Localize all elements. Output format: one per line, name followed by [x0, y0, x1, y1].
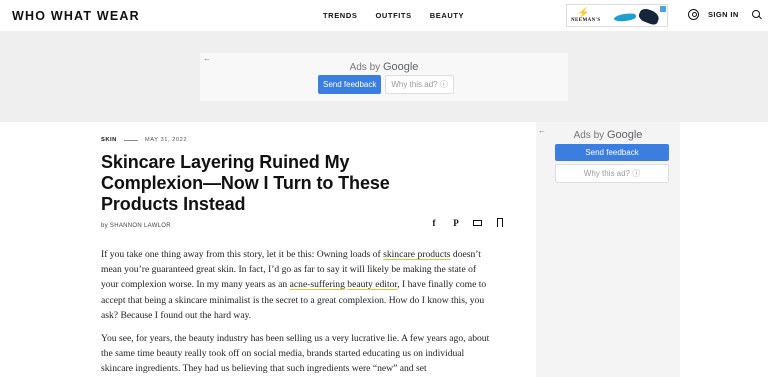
shoe-image — [637, 6, 661, 26]
nav-trends[interactable]: TRENDS — [323, 11, 357, 20]
article: SKIN MAY 31, 2022 Skincare Layering Ruin… — [101, 134, 503, 377]
publish-date: MAY 31, 2022 — [144, 137, 188, 143]
google-text: Google — [606, 129, 643, 141]
ads-by-google-label: Ads by Google — [536, 129, 680, 141]
article-title: Skincare Layering Ruined My Complexion—N… — [101, 152, 390, 214]
search-icon[interactable] — [751, 10, 761, 19]
article-body: If you take one thing away from this sto… — [101, 247, 494, 377]
nav-beauty[interactable]: BEAUTY — [430, 11, 464, 20]
header-actions: SIGN IN — [688, 9, 761, 20]
adchoices-icon[interactable] — [660, 6, 666, 12]
nav-outfits[interactable]: OUTFITS — [375, 11, 411, 20]
pinterest-icon[interactable]: P — [445, 218, 467, 230]
google-text: Google — [382, 61, 419, 73]
paragraph: You see, for years, the beauty industry … — [101, 333, 490, 375]
category-link[interactable]: SKIN — [101, 137, 117, 143]
ad-brand-name: NEEMAN'S — [571, 18, 601, 23]
right-rail-ad: ← Ads by Google Send feedback Why this a… — [536, 122, 680, 377]
sign-in-link[interactable]: SIGN IN — [708, 10, 739, 19]
shoe-image — [613, 12, 637, 23]
ads-by-text: Ads by — [349, 62, 381, 73]
acne-suffering-link[interactable]: acne-suffering — [290, 279, 345, 290]
why-this-ad-button[interactable]: Why this ad? ⓘ — [555, 164, 669, 183]
ads-by-text: Ads by — [573, 130, 605, 141]
site-logo[interactable]: WHO WHAT WEAR — [12, 9, 140, 23]
user-icon[interactable] — [688, 9, 699, 20]
send-feedback-button[interactable]: Send feedback — [318, 75, 382, 94]
bookmark-icon[interactable] — [489, 218, 511, 230]
top-ad-band: ← Ads by Google Send feedback Why this a… — [0, 31, 768, 122]
site-header: WHO WHAT WEAR TRENDS OUTFITS BEAUTY ⚡ NE… — [0, 0, 768, 31]
paragraph: If you take one thing away from this sto… — [101, 249, 487, 321]
email-icon[interactable] — [467, 218, 489, 230]
why-this-ad-button[interactable]: Why this ad? ⓘ — [385, 75, 454, 94]
skincare-products-link[interactable]: skincare products — [383, 249, 450, 260]
top-ad-unit: ← Ads by Google Send feedback Why this a… — [200, 53, 568, 101]
author-byline[interactable]: by SHANNON LAWLOR — [101, 223, 171, 229]
article-meta: SKIN MAY 31, 2022 — [101, 134, 494, 146]
main-nav: TRENDS OUTFITS BEAUTY — [323, 11, 464, 20]
share-bar: f P — [423, 218, 511, 230]
beauty-editor-link[interactable]: beauty editor — [347, 279, 397, 290]
header-banner-ad[interactable]: ⚡ NEEMAN'S — [566, 4, 668, 27]
ads-by-google-label: Ads by Google — [200, 61, 568, 73]
send-feedback-button[interactable]: Send feedback — [555, 144, 669, 161]
ad-buttons: Send feedback Why this ad? ⓘ — [318, 75, 454, 94]
meta-divider — [123, 139, 138, 141]
byline-row: by SHANNON LAWLOR f P — [101, 218, 503, 236]
neemans-logo: ⚡ NEEMAN'S — [571, 8, 611, 25]
facebook-icon[interactable]: f — [423, 218, 445, 230]
